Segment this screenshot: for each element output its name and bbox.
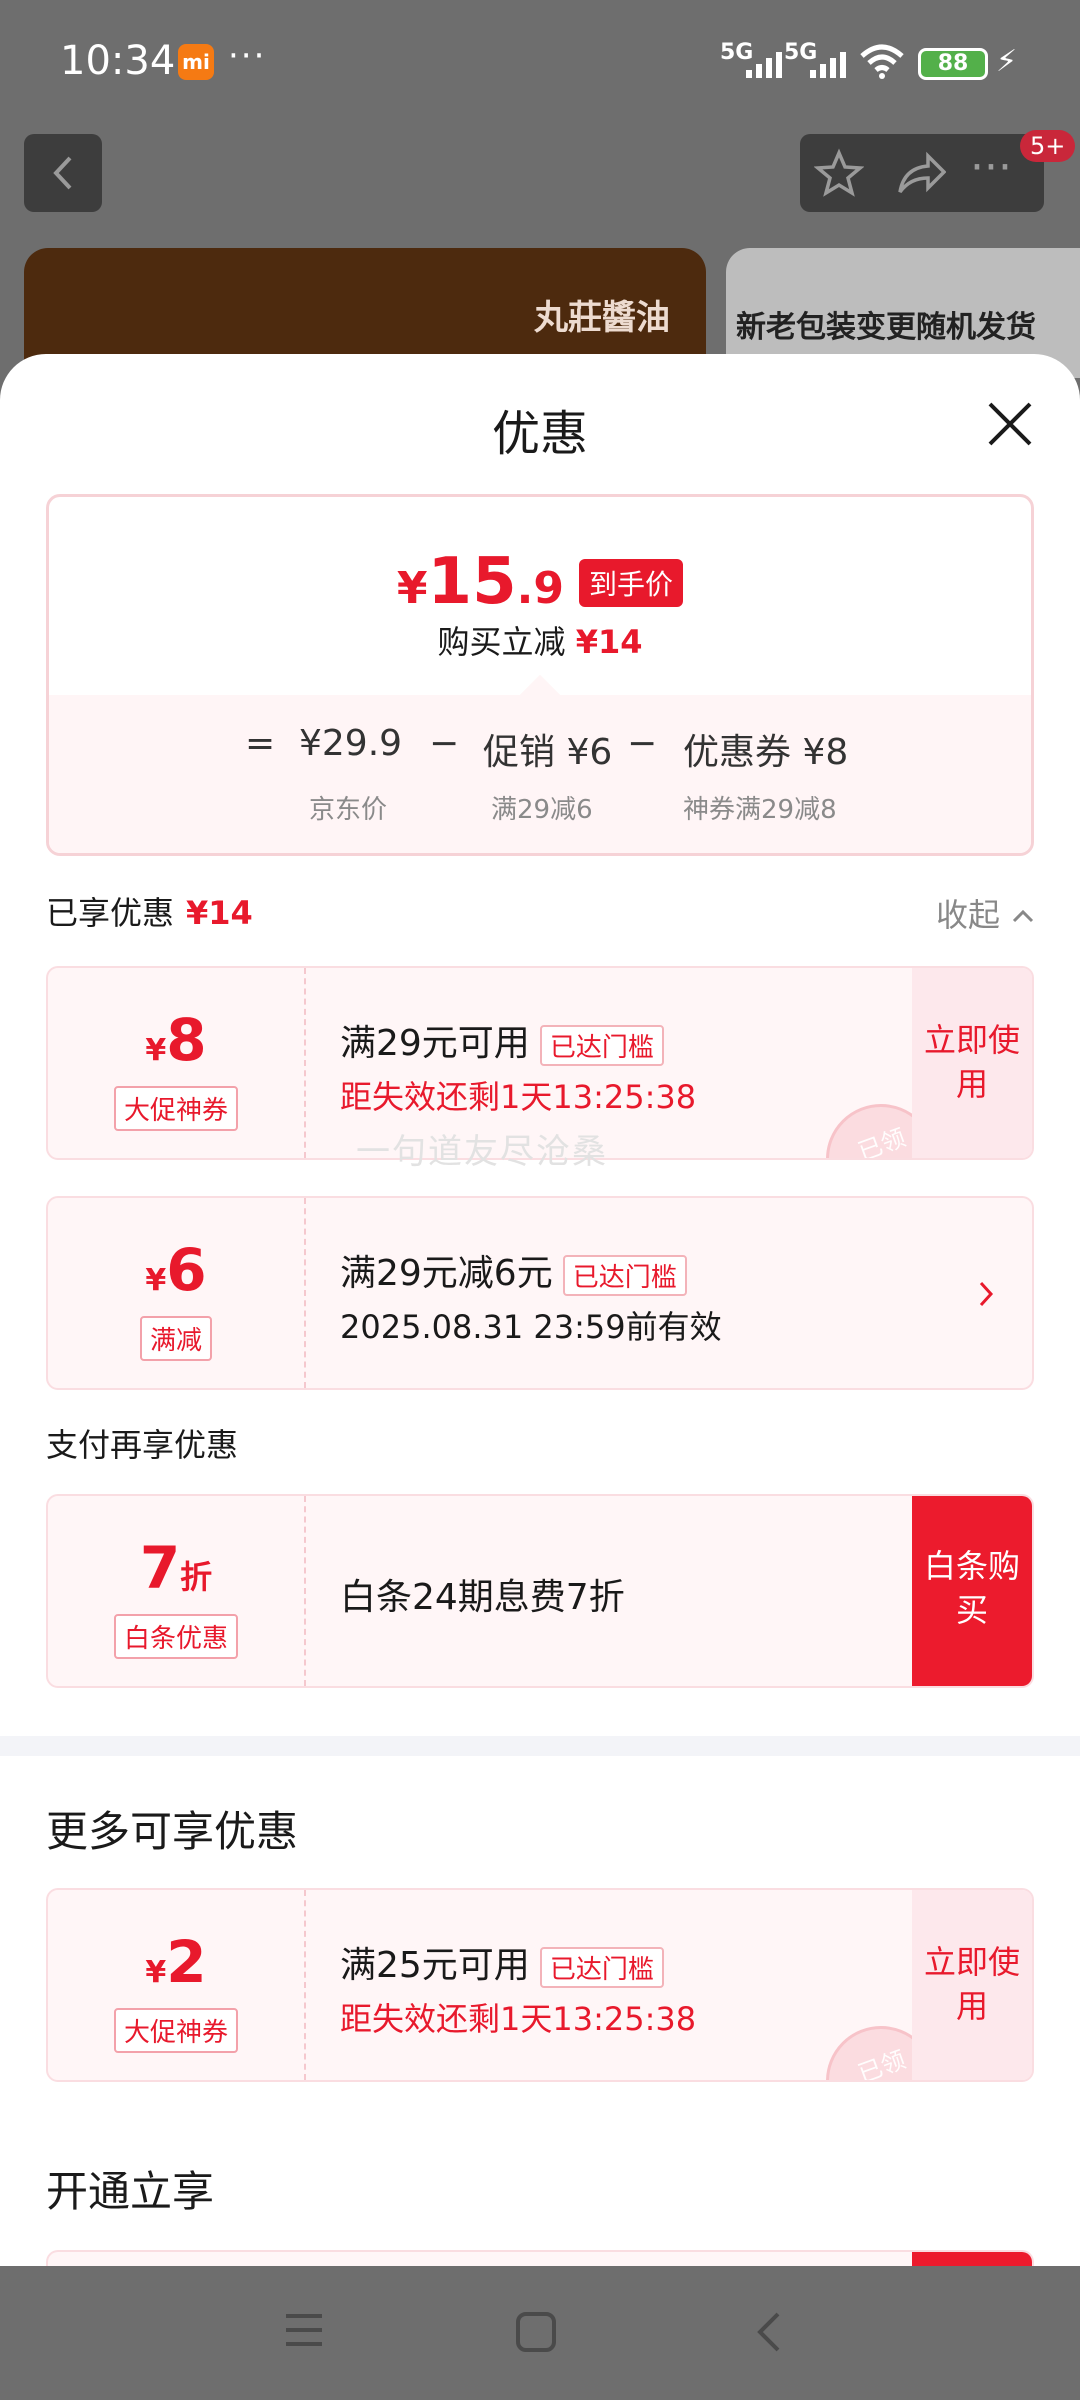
baitiao-buy-button[interactable]: 白条购买	[912, 1496, 1032, 1686]
price-integer: 15	[427, 545, 517, 619]
discount-rate: 7折	[48, 1534, 304, 1602]
discount-sheet: 优惠 ¥15.9 到手价 购买立减 ¥14 = ¥29.9 − 促销 ¥6 − …	[0, 354, 1080, 2266]
coupon-type-tag: 满减	[139, 1316, 213, 1361]
coupon-title: 满25元可用 已达门槛	[340, 1936, 664, 1988]
coupon-card: ¥2 大促神券 满25元可用 已达门槛 距失效还剩1天13:25:38 已领 立即…	[46, 1888, 1034, 2082]
use-now-button[interactable]: 立即使用	[912, 1890, 1032, 2080]
minus-sign: −	[627, 723, 658, 764]
coupon-condition: 满29元减6元	[340, 1253, 553, 1294]
minus-sign: −	[429, 723, 460, 764]
price-decimal: .9	[516, 563, 564, 614]
pay-offer-title: 白条24期息费7折	[340, 1577, 625, 1618]
collapse-label: 收起	[936, 896, 1001, 934]
equals-sign: =	[245, 723, 276, 764]
watermark: 一句道友尽沧桑	[356, 1132, 608, 1172]
promo-caption: 满29减6	[491, 795, 593, 825]
close-icon[interactable]	[984, 398, 1036, 450]
saving-label: 购买立减	[437, 623, 566, 661]
coupon-condition: 满25元可用	[340, 1945, 530, 1986]
enjoyed-label: 已享优惠	[46, 894, 175, 932]
more-section-title: 更多可享优惠	[46, 1807, 299, 1856]
final-price-row: ¥15.9 到手价	[49, 545, 1031, 619]
coupon-type-tag: 大促神券	[113, 2008, 239, 2053]
price-summary: ¥15.9 到手价 购买立减 ¥14 = ¥29.9 − 促销 ¥6 − 优惠券…	[46, 494, 1034, 856]
base-price: ¥29.9	[299, 723, 403, 764]
share-icon[interactable]	[896, 150, 946, 196]
coupon-condition: 满29元可用	[340, 1023, 530, 1064]
coupon-amount: ¥2	[48, 1928, 304, 1996]
coupon-card-partial	[46, 2250, 1034, 2266]
use-now-button[interactable]: 立即使用	[912, 968, 1032, 1158]
mi-app-icon: mi	[178, 44, 214, 80]
brand-logo: 丸莊醬油	[534, 298, 670, 338]
coupon-value: 2	[166, 1928, 207, 1996]
coupon-type-tag: 白条优惠	[113, 1614, 239, 1659]
saving-line: 购买立减 ¥14	[49, 617, 1031, 663]
currency-symbol: ¥	[145, 1033, 167, 1068]
coupon-value-area: ¥6 满减	[48, 1198, 306, 1388]
open-section-title: 开通立享	[46, 2167, 215, 2216]
back-icon[interactable]	[752, 2310, 786, 2354]
threshold-badge: 已达门槛	[562, 1254, 687, 1296]
currency-symbol: ¥	[145, 1955, 167, 1990]
coupon-caption: 神券满29减8	[683, 795, 837, 825]
enjoyed-amount: ¥14	[186, 894, 253, 932]
discount-value: 7	[139, 1534, 181, 1602]
wifi-icon	[860, 44, 904, 79]
menu-icon[interactable]	[282, 2310, 326, 2350]
coupon-value-area: ¥2 大促神券	[48, 1890, 306, 2080]
charging-icon: ⚡	[996, 44, 1018, 79]
pay-offer-card: 7折 白条优惠 白条24期息费7折 白条购买	[46, 1494, 1034, 1688]
stamp-text: 已领	[854, 1123, 910, 1160]
chevron-right-icon	[979, 1281, 994, 1307]
summary-breakdown	[49, 695, 1031, 853]
chevron-up-icon	[1013, 909, 1034, 923]
final-price-tag: 到手价	[579, 559, 684, 607]
coupon-countdown: 距失效还剩1天13:25:38	[340, 1078, 697, 1116]
status-more-dots: ···	[228, 36, 267, 76]
enjoyed-header: 已享优惠 ¥14	[46, 888, 253, 934]
coupon-validity: 2025.08.31 23:59前有效	[340, 1308, 722, 1346]
sheet-title: 优惠	[491, 406, 588, 462]
partial-action[interactable]	[912, 2252, 1032, 2266]
coupon-value: 8	[166, 1006, 207, 1074]
status-bar: 10:34 mi ··· 5G 5G 88 ⚡	[0, 0, 1080, 120]
top-actions: ···	[800, 134, 1044, 212]
home-icon[interactable]	[514, 2310, 558, 2354]
collapse-button[interactable]: 收起	[936, 890, 1036, 936]
saving-amount: ¥14	[575, 623, 643, 661]
promo-amount: 促销 ¥6	[483, 732, 613, 773]
currency-symbol: ¥	[145, 1263, 167, 1298]
coupon-title: 满29元可用 已达门槛	[340, 1014, 664, 1066]
coupon-amount: ¥8	[48, 1006, 304, 1074]
signal-icon	[810, 52, 846, 78]
coupon-value: 6	[166, 1236, 207, 1304]
currency-symbol: ¥	[396, 563, 428, 614]
section-divider	[0, 1736, 1080, 1756]
coupon-countdown: 距失效还剩1天13:25:38	[340, 2000, 697, 2038]
pay-section-label: 支付再享优惠	[46, 1426, 239, 1464]
notice-text: 新老包装变更随机发货	[736, 310, 1036, 345]
final-price: ¥15.9	[397, 545, 564, 619]
coupon-card[interactable]: ¥6 满减 满29元减6元 已达门槛 2025.08.31 23:59前有效	[46, 1196, 1034, 1390]
coupon-type-tag: 大促神券	[113, 1086, 239, 1131]
chevron-left-icon	[53, 156, 72, 190]
base-caption: 京东价	[309, 795, 388, 825]
star-icon[interactable]	[814, 148, 864, 198]
more-icon[interactable]: ···	[970, 142, 1012, 193]
status-time: 10:34	[60, 38, 176, 84]
stamp-text: 已领	[854, 2045, 910, 2082]
threshold-badge: 已达门槛	[539, 1024, 664, 1066]
message-badge: 5+	[1020, 130, 1076, 162]
coupon-value-area: 7折 白条优惠	[48, 1496, 306, 1686]
battery-indicator: 88	[918, 48, 988, 80]
coupon-amount: ¥6	[48, 1236, 304, 1304]
back-button[interactable]	[24, 134, 102, 212]
system-nav-bar	[0, 2266, 1080, 2400]
threshold-badge: 已达门槛	[539, 1946, 664, 1988]
discount-unit: 折	[180, 1558, 213, 1596]
coupon-title: 满29元减6元 已达门槛	[340, 1244, 687, 1296]
coupon-value-area: ¥8 大促神券	[48, 968, 306, 1158]
coupon-amount: 优惠券 ¥8	[683, 732, 849, 773]
